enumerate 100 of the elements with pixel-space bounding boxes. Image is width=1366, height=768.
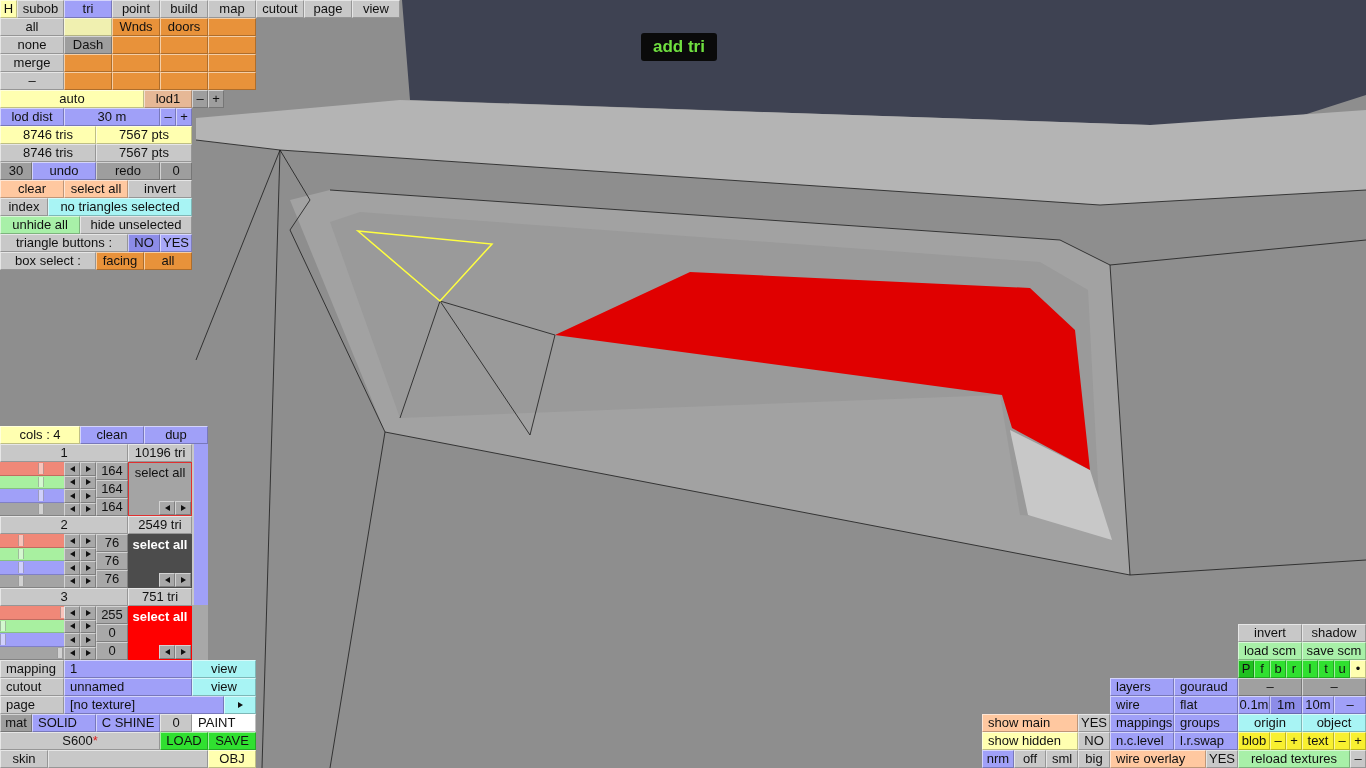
tool-button[interactable]: – bbox=[192, 90, 208, 108]
tool-button[interactable]: 7567 pts bbox=[96, 126, 192, 144]
tool-button[interactable]: + bbox=[1350, 732, 1366, 750]
mode-tab[interactable]: subob bbox=[17, 0, 64, 18]
slider-thumb[interactable] bbox=[0, 634, 6, 645]
tool-button[interactable]: shadow bbox=[1302, 624, 1366, 642]
scrollbar-thumb[interactable] bbox=[192, 444, 208, 605]
tool-button[interactable]: b bbox=[1270, 660, 1286, 678]
tool-button[interactable]: redo bbox=[96, 162, 160, 180]
mode-tab[interactable]: view bbox=[352, 0, 400, 18]
tool-button[interactable]: hide unselected bbox=[80, 216, 192, 234]
tool-button[interactable]: text bbox=[1302, 732, 1334, 750]
tool-button[interactable]: mappings bbox=[1110, 714, 1174, 732]
tool-button[interactable]: YES bbox=[1078, 714, 1110, 732]
tool-button[interactable]: save scm bbox=[1302, 642, 1366, 660]
slider-thumb[interactable] bbox=[38, 463, 45, 474]
color-swatch-button[interactable]: select all bbox=[128, 606, 192, 660]
tool-button[interactable]: load scm bbox=[1238, 642, 1302, 660]
tool-button[interactable]: gouraud bbox=[1174, 678, 1238, 696]
tool-button[interactable]: undo bbox=[32, 162, 96, 180]
tool-button[interactable]: reload textures bbox=[1238, 750, 1350, 768]
slider-thumb[interactable] bbox=[18, 535, 24, 546]
left-arrow-button[interactable] bbox=[64, 462, 80, 476]
color-slider[interactable] bbox=[0, 534, 64, 548]
color-slider[interactable] bbox=[0, 633, 64, 647]
tool-button[interactable]: 8746 tris bbox=[0, 144, 96, 162]
color-slider[interactable] bbox=[0, 462, 64, 476]
tool-button[interactable]: mat bbox=[0, 714, 32, 732]
tool-button[interactable]: auto bbox=[0, 90, 144, 108]
tool-button[interactable]: show hidden bbox=[982, 732, 1078, 750]
tool-button[interactable]: invert bbox=[1238, 624, 1302, 642]
color-slider[interactable] bbox=[0, 606, 64, 620]
tool-button[interactable]: groups bbox=[1174, 714, 1238, 732]
slider-thumb[interactable] bbox=[57, 647, 63, 658]
tool-button[interactable]: sml bbox=[1046, 750, 1078, 768]
tool-button[interactable]: origin bbox=[1238, 714, 1302, 732]
tool-button[interactable]: clean bbox=[80, 426, 144, 444]
left-arrow-button[interactable] bbox=[64, 633, 80, 647]
tool-button[interactable]: cols : 4 bbox=[0, 426, 80, 444]
tool-button[interactable]: big bbox=[1078, 750, 1110, 768]
color-slider[interactable] bbox=[0, 489, 64, 503]
tool-button[interactable]: none bbox=[0, 36, 64, 54]
tool-button[interactable]: merge bbox=[0, 54, 64, 72]
tool-button[interactable]: 30 m bbox=[64, 108, 160, 126]
tool-button[interactable]: Dash bbox=[64, 36, 112, 54]
color-swatch-button[interactable]: select all bbox=[128, 462, 192, 516]
tool-button[interactable]: + bbox=[176, 108, 192, 126]
tool-button[interactable]: – bbox=[1334, 696, 1366, 714]
left-arrow-button[interactable] bbox=[64, 534, 80, 548]
tool-button[interactable]: – bbox=[0, 72, 64, 90]
tool-button[interactable]: doors bbox=[160, 18, 208, 36]
tool-button[interactable]: nrm bbox=[982, 750, 1014, 768]
tool-button[interactable]: 8746 tris bbox=[0, 126, 96, 144]
tool-button[interactable]: flat bbox=[1174, 696, 1238, 714]
tool-button[interactable]: unnamed bbox=[64, 678, 192, 696]
tool-button[interactable]: 0 bbox=[160, 162, 192, 180]
mode-tab[interactable]: tri bbox=[64, 0, 112, 18]
tool-button[interactable]: C SHINE bbox=[96, 714, 160, 732]
tool-button[interactable]: cutout bbox=[0, 678, 64, 696]
right-arrow-button[interactable] bbox=[175, 645, 191, 659]
tool-button[interactable]: u bbox=[1334, 660, 1350, 678]
tool-button[interactable]: all bbox=[0, 18, 64, 36]
tool-button[interactable]: 0.1m bbox=[1238, 696, 1270, 714]
left-arrow-button[interactable] bbox=[159, 501, 175, 515]
right-arrow-button[interactable] bbox=[80, 489, 96, 503]
tool-button[interactable]: all bbox=[144, 252, 192, 270]
slider-thumb[interactable] bbox=[0, 620, 6, 631]
mode-tab[interactable]: page bbox=[304, 0, 352, 18]
tool-button[interactable]: – bbox=[1350, 750, 1366, 768]
tool-button[interactable]: t bbox=[1318, 660, 1334, 678]
left-arrow-button[interactable] bbox=[159, 645, 175, 659]
scrollbar[interactable] bbox=[192, 444, 208, 660]
tool-button[interactable]: 7567 pts bbox=[96, 144, 192, 162]
tool-button[interactable]: r bbox=[1286, 660, 1302, 678]
mode-tab[interactable]: point bbox=[112, 0, 160, 18]
tool-button[interactable]: LOAD bbox=[160, 732, 208, 750]
tool-button[interactable]: l.r.swap bbox=[1174, 732, 1238, 750]
tool-button[interactable]: 0 bbox=[160, 714, 192, 732]
tool-button[interactable]: mapping bbox=[0, 660, 64, 678]
tool-button[interactable]: SOLID bbox=[32, 714, 96, 732]
tool-button[interactable]: select all bbox=[64, 180, 128, 198]
slider-thumb[interactable] bbox=[18, 548, 24, 559]
tool-button[interactable]: wire bbox=[1110, 696, 1174, 714]
tool-button[interactable]: object bbox=[1302, 714, 1366, 732]
tool-button[interactable]: f bbox=[1254, 660, 1270, 678]
tool-button[interactable]: wire overlay bbox=[1110, 750, 1206, 768]
tool-button[interactable]: YES bbox=[1206, 750, 1238, 768]
right-arrow-button[interactable] bbox=[80, 534, 96, 548]
right-arrow-button[interactable] bbox=[80, 633, 96, 647]
tool-button[interactable]: n.c.level bbox=[1110, 732, 1174, 750]
tool-button[interactable]: lod dist bbox=[0, 108, 64, 126]
tool-button[interactable]: box select : bbox=[0, 252, 96, 270]
tool-button[interactable]: off bbox=[1014, 750, 1046, 768]
slider-thumb[interactable] bbox=[18, 575, 24, 586]
mode-tab[interactable]: cutout bbox=[256, 0, 304, 18]
tool-button[interactable]: l bbox=[1302, 660, 1318, 678]
tool-button[interactable]: skin bbox=[0, 750, 48, 768]
tool-button[interactable]: blob bbox=[1238, 732, 1270, 750]
tool-button[interactable]: facing bbox=[96, 252, 144, 270]
left-arrow-button[interactable] bbox=[159, 573, 175, 587]
